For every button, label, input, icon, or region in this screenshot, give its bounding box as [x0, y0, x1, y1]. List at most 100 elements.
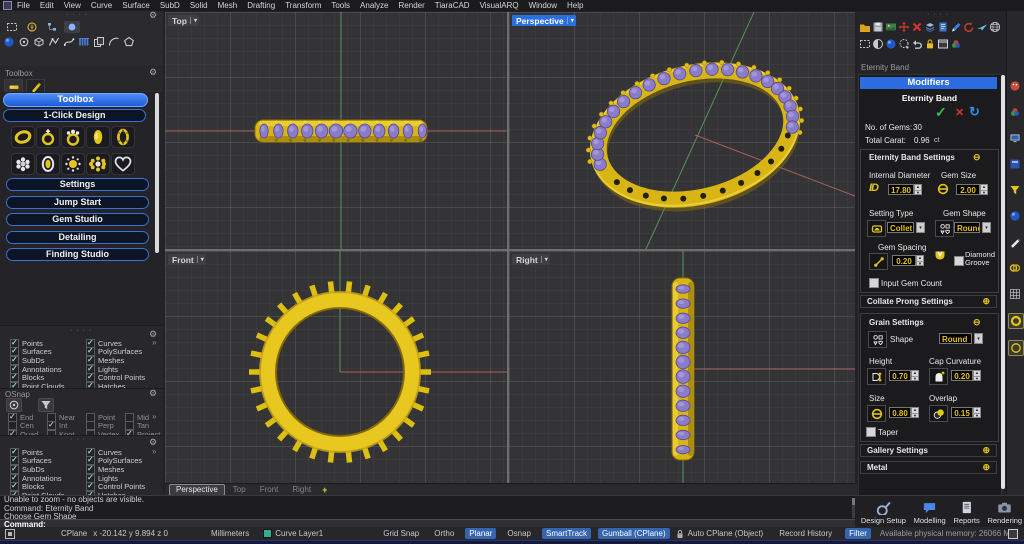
- workspace-tab[interactable]: Rendering: [987, 500, 1022, 525]
- height-value[interactable]: 0.70: [889, 370, 911, 381]
- status-corner-icon[interactable]: [1008, 529, 1018, 539]
- filter-checkbox[interactable]: Surfaces: [10, 348, 86, 357]
- menu-item[interactable]: VisualARQ: [475, 0, 524, 11]
- strip-ring-pair-icon[interactable]: [1008, 261, 1022, 275]
- shade-icon[interactable]: [872, 38, 884, 50]
- copy-tool-icon[interactable]: [93, 36, 105, 48]
- toolbox-nav-button[interactable]: Finding Studio: [6, 248, 149, 261]
- status-toggle[interactable]: SmartTrack: [542, 528, 591, 539]
- cap-curvature-value[interactable]: 0.20: [951, 370, 973, 381]
- strip-pen-icon[interactable]: [1008, 235, 1022, 249]
- ring-icon-solitaire-ring[interactable]: [36, 126, 60, 148]
- menu-item[interactable]: File: [12, 0, 35, 11]
- toolbox-button[interactable]: Toolbox: [3, 93, 148, 107]
- viewport-label-perspective[interactable]: Perspective▾: [512, 15, 576, 26]
- ring-icon-oval-halo-ring[interactable]: [36, 153, 60, 175]
- osnap-checkbox[interactable]: Point: [86, 413, 125, 422]
- open-file-icon[interactable]: [859, 21, 871, 33]
- rp-scrollbar[interactable]: [1001, 75, 1005, 489]
- viewport-front[interactable]: Front▾: [165, 251, 507, 483]
- osnap-checkbox[interactable]: Perp: [86, 422, 125, 431]
- gem-size-stepper[interactable]: 2.00 ▲▼: [956, 184, 988, 195]
- strip-color-wheel-icon[interactable]: [1008, 105, 1022, 119]
- array-tool-icon[interactable]: [78, 36, 90, 48]
- strip-material-icon[interactable]: [1008, 79, 1022, 93]
- osnap-checkbox[interactable]: Int: [47, 422, 86, 431]
- workspace-tab[interactable]: Design Setup: [861, 500, 906, 525]
- status-toggle[interactable]: Grid Snap: [379, 528, 423, 539]
- color-wheel-icon[interactable]: [950, 38, 962, 50]
- filter-checkbox[interactable]: PolySurfaces: [86, 457, 162, 466]
- setting-type-dropdown[interactable]: Collet ▾: [887, 222, 925, 233]
- gem-spacing-value[interactable]: 0.20: [892, 255, 916, 266]
- circle-tool-icon[interactable]: [18, 36, 30, 48]
- size-value[interactable]: 0.80: [889, 407, 911, 418]
- height-spin[interactable]: ▲▼: [911, 370, 919, 381]
- filter-checkbox[interactable]: Control Points: [86, 482, 162, 491]
- menu-item[interactable]: View: [59, 0, 86, 11]
- filter-checkbox[interactable]: Curves: [86, 448, 162, 457]
- viewport-top[interactable]: Top▾: [165, 12, 507, 249]
- polyline-tool-icon[interactable]: [48, 36, 60, 48]
- menu-item[interactable]: Transform: [280, 0, 326, 11]
- collapse-icon[interactable]: ⊖: [973, 318, 981, 327]
- taper-checkbox[interactable]: [866, 427, 876, 437]
- status-toggle[interactable]: Gumball (CPlane): [598, 528, 670, 539]
- filter-checkbox[interactable]: Surfaces: [10, 457, 86, 466]
- reset-button[interactable]: ↻: [969, 104, 980, 120]
- viewport-label-right[interactable]: Right▾: [512, 254, 550, 265]
- select-region-icon[interactable]: [859, 38, 871, 50]
- strip-display-icon[interactable]: [1008, 131, 1022, 145]
- polygon-tool-icon[interactable]: [123, 36, 135, 48]
- filter-checkbox[interactable]: Control Points: [86, 373, 162, 382]
- lock-icon[interactable]: [924, 38, 936, 50]
- status-toggle[interactable]: Osnap: [503, 528, 535, 539]
- metal-section[interactable]: Metal ⊕: [860, 461, 997, 474]
- ring-icon-heart-ring[interactable]: [111, 153, 135, 175]
- globe-icon[interactable]: [989, 21, 1001, 33]
- viewport-tab[interactable]: Right: [286, 485, 317, 495]
- filter-checkbox[interactable]: PolySurfaces: [86, 348, 162, 357]
- toolbox-nav-button[interactable]: Detailing: [6, 231, 149, 244]
- menu-item[interactable]: Drafting: [242, 0, 280, 11]
- chevron-down-icon[interactable]: ▾: [190, 17, 197, 24]
- height-stepper[interactable]: 0.70 ▲▼: [889, 370, 919, 381]
- osnap-gear-icon[interactable]: ⚙: [149, 389, 157, 398]
- menu-item[interactable]: Solid: [185, 0, 213, 11]
- viewport-label-top[interactable]: Top▾: [168, 15, 199, 26]
- arc-tool-icon[interactable]: [108, 36, 120, 48]
- dock-drag-handle[interactable]: · · · ·: [66, 12, 88, 18]
- menu-item[interactable]: Analyze: [355, 0, 393, 11]
- sphere-tool-icon[interactable]: [3, 36, 15, 48]
- lasso-icon[interactable]: [898, 38, 910, 50]
- gallery-settings-section[interactable]: Gallery Settings ⊕: [860, 444, 997, 457]
- viewport-right[interactable]: Right▾: [509, 251, 855, 483]
- menu-item[interactable]: Window: [524, 0, 562, 11]
- cap-curvature-stepper[interactable]: 0.20 ▲▼: [951, 370, 981, 381]
- overlap-stepper[interactable]: 0.15 ▲▼: [951, 407, 981, 418]
- gem-shape-dropdown-button[interactable]: ▾: [982, 222, 991, 233]
- menu-item[interactable]: Mesh: [213, 0, 243, 11]
- chevron-down-icon[interactable]: ▾: [197, 256, 204, 263]
- setting-type-value[interactable]: Collet: [887, 222, 914, 233]
- modifiers-header[interactable]: Modifiers: [860, 77, 997, 89]
- ring-icon-gold-oval-band[interactable]: [86, 126, 110, 148]
- osnap-filter-button[interactable]: [38, 398, 54, 412]
- setting-type-dropdown-button[interactable]: ▾: [916, 222, 925, 233]
- filter-checkbox[interactable]: Annotations: [10, 365, 86, 374]
- status-toggle[interactable]: Record History: [775, 528, 836, 539]
- size-spin[interactable]: ▲▼: [911, 407, 919, 418]
- filter-checkbox[interactable]: Lights: [86, 474, 162, 483]
- box-tool-icon[interactable]: [33, 36, 45, 48]
- rotate-icon[interactable]: [963, 21, 975, 33]
- filter-drag-handle[interactable]: · · · ·: [70, 328, 92, 334]
- render-sphere-icon[interactable]: [885, 38, 897, 50]
- strip-ring-icon[interactable]: [1008, 313, 1024, 329]
- filter-checkbox[interactable]: SubDs: [10, 356, 86, 365]
- cplane-icon[interactable]: [976, 21, 988, 33]
- internal-diameter-spin[interactable]: ▲▼: [914, 184, 922, 195]
- collapse-icon[interactable]: ⊖: [973, 153, 981, 162]
- status-toggle[interactable]: Planar: [465, 528, 496, 539]
- status-cplane[interactable]: CPlane: [61, 529, 87, 538]
- status-toggle[interactable]: Ortho: [430, 528, 458, 539]
